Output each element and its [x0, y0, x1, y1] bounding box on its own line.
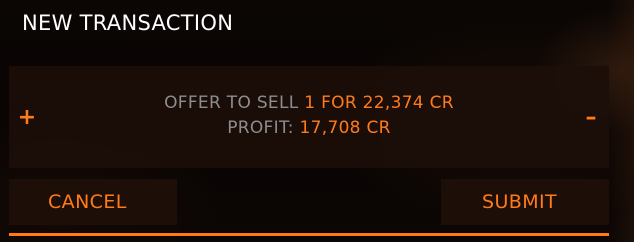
bottom-accent-divider [9, 233, 609, 236]
plus-icon: + [17, 104, 37, 130]
cancel-button[interactable]: CANCEL [9, 179, 177, 225]
profit-label: PROFIT: [227, 118, 294, 138]
transaction-dialog: NEW TRANSACTION + OFFER TO SELL 1 FOR 22… [0, 0, 634, 242]
profit-line: PROFIT: 17,708 CR [45, 116, 573, 141]
offer-label: OFFER TO SELL [164, 93, 299, 113]
increase-quantity-button[interactable]: + [9, 66, 45, 168]
offer-line: OFFER TO SELL 1 FOR 22,374 CR [45, 91, 573, 116]
minus-icon: – [585, 104, 597, 130]
submit-button[interactable]: SUBMIT [441, 179, 609, 225]
dialog-title: NEW TRANSACTION [22, 11, 234, 35]
profit-value: 17,708 CR [299, 118, 391, 138]
offer-summary: OFFER TO SELL 1 FOR 22,374 CR PROFIT: 17… [45, 91, 573, 141]
decrease-quantity-button[interactable]: – [573, 66, 609, 168]
offer-panel: + OFFER TO SELL 1 FOR 22,374 CR PROFIT: … [9, 66, 609, 168]
offer-quantity-price: 1 FOR 22,374 CR [304, 93, 454, 113]
background-glow [608, 0, 634, 242]
